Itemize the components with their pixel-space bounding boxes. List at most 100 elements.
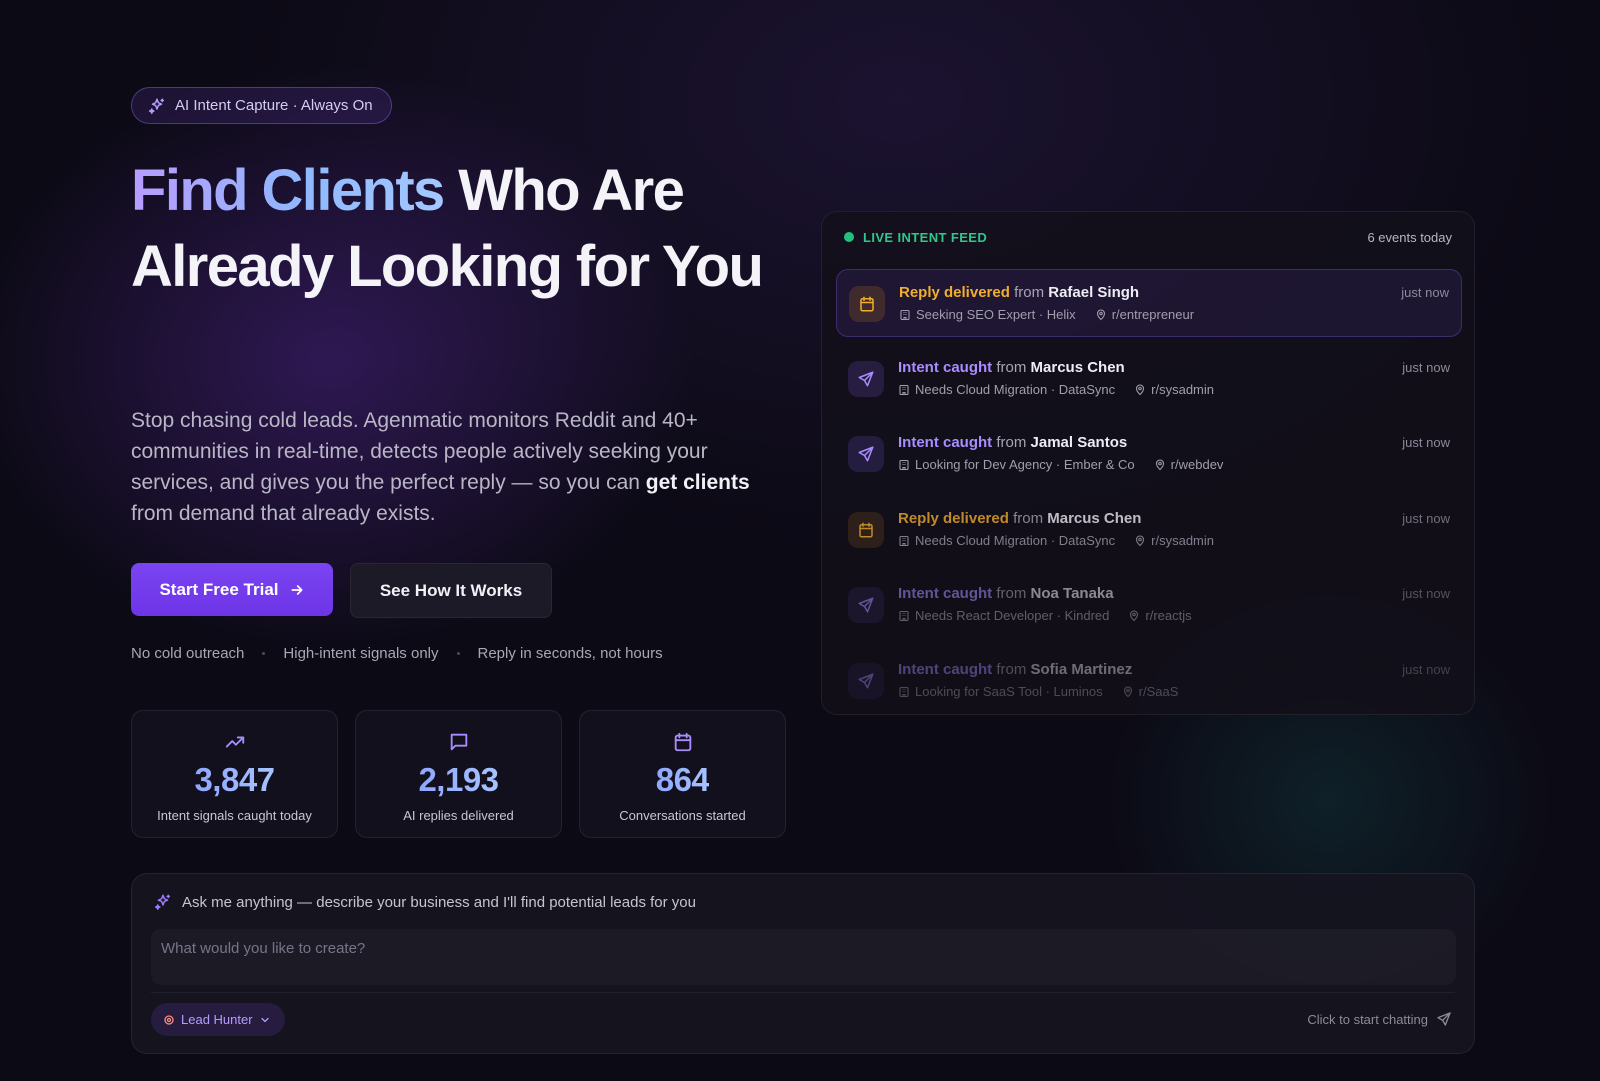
live-dot-icon xyxy=(844,232,854,242)
stat-value: 864 xyxy=(655,761,710,798)
live-intent-feed: LIVE INTENT FEED 6 events today Reply de… xyxy=(821,211,1475,715)
feed-item-icon xyxy=(848,361,884,397)
stat-value: 3,847 xyxy=(194,761,275,798)
perk-item: Reply in seconds, not hours xyxy=(477,645,663,662)
chat-input[interactable] xyxy=(151,929,1456,985)
feed-item-time: just now xyxy=(1402,511,1450,526)
agent-selector[interactable]: Lead Hunter xyxy=(151,1003,285,1036)
send-icon xyxy=(858,446,874,462)
feed-item-community: r/webdev xyxy=(1170,457,1224,472)
building-icon xyxy=(899,610,909,621)
feed-item-name: Rafael Singh xyxy=(1048,284,1140,301)
calendar-icon xyxy=(860,296,874,312)
feed-item-need: Needs Cloud Migration · DataSync xyxy=(915,382,1116,397)
feed-item-time: just now xyxy=(1401,285,1449,300)
feed-item[interactable]: Reply delivered from Rafael Singh Seekin… xyxy=(836,269,1462,337)
hero-subtitle-end: from demand that already exists. xyxy=(131,502,436,525)
feed-item-community: r/sysadmin xyxy=(1151,533,1215,548)
feed-item[interactable]: Intent caught from Sofia Martinez Lookin… xyxy=(836,647,1462,714)
target-icon xyxy=(164,1014,174,1025)
feed-item[interactable]: Reply delivered from Marcus Chen Needs C… xyxy=(836,496,1462,564)
sparkles-icon xyxy=(154,894,171,910)
feed-item-title: Intent caught from Sofia Martinez xyxy=(898,661,1132,678)
message-square-icon xyxy=(450,733,467,751)
feed-item-meta: Needs Cloud Migration · DataSync r/sysad… xyxy=(898,533,1214,548)
feed-item-title: Intent caught from Jamal Santos xyxy=(898,434,1127,451)
feed-item-meta: Looking for SaaS Tool · Luminos r/SaaS xyxy=(898,684,1178,699)
stat-label: Intent signals caught today xyxy=(157,808,312,823)
map-pin-icon xyxy=(1130,609,1139,621)
see-how-it-works-button[interactable]: See How It Works xyxy=(350,563,552,618)
hero-subtitle: Stop chasing cold leads. Agenmatic monit… xyxy=(131,405,771,529)
feed-item-meta: Seeking SEO Expert · Helix r/entrepreneu… xyxy=(899,307,1194,322)
feed-item-time: just now xyxy=(1402,662,1450,677)
agent-selector-label: Lead Hunter xyxy=(181,1012,253,1027)
hero-title-highlight: Find Clients xyxy=(131,158,445,223)
feed-item-title: Reply delivered from Rafael Singh xyxy=(899,284,1139,301)
hero-badge-label: AI Intent Capture · Always On xyxy=(175,97,373,114)
feed-item-name: Noa Tanaka xyxy=(1030,585,1114,602)
feed-item-from: from xyxy=(996,585,1027,602)
calendar-icon xyxy=(674,732,691,752)
feed-item-name: Marcus Chen xyxy=(1030,359,1125,376)
feed-item-name: Jamal Santos xyxy=(1030,434,1128,451)
feed-item[interactable]: Intent caught from Noa Tanaka Needs Reac… xyxy=(836,571,1462,639)
feed-item[interactable]: Intent caught from Marcus Chen Needs Clo… xyxy=(836,345,1462,413)
perks-row: No cold outreach High-intent signals onl… xyxy=(131,645,663,662)
building-icon xyxy=(900,309,910,320)
start-chatting-button[interactable]: Click to start chatting xyxy=(1307,1011,1452,1027)
perk-item: High-intent signals only xyxy=(283,645,439,662)
chevron-down-icon xyxy=(260,1017,269,1022)
feed-title: LIVE INTENT FEED xyxy=(863,229,988,245)
perk-item: No cold outreach xyxy=(131,645,245,662)
feed-item-meta: Needs Cloud Migration · DataSync r/sysad… xyxy=(898,382,1214,397)
feed-item-icon xyxy=(848,436,884,472)
stat-card-intent-signals: 3,847 Intent signals caught today xyxy=(131,710,338,838)
perk-separator xyxy=(456,652,460,655)
stat-label: Conversations started xyxy=(619,808,746,823)
chat-divider xyxy=(151,992,1455,993)
feed-item-kind: Reply delivered xyxy=(898,510,1009,527)
arrow-right-icon xyxy=(291,584,303,595)
feed-item-from: from xyxy=(1014,284,1045,301)
landing-page: AI Intent Capture · Always On Find Clien… xyxy=(0,0,1600,1081)
perk-separator xyxy=(262,652,266,655)
chat-header: Ask me anything — describe your business… xyxy=(154,893,696,911)
feed-item-need: Looking for SaaS Tool · Luminos xyxy=(915,684,1103,699)
map-pin-icon xyxy=(1155,458,1164,470)
start-chatting-label: Click to start chatting xyxy=(1307,1011,1428,1027)
trending-up-icon xyxy=(225,736,244,748)
feed-item-from: from xyxy=(1013,510,1044,527)
calendar-icon xyxy=(859,522,873,538)
feed-item-icon xyxy=(848,512,884,548)
chat-prompt: Ask me anything — describe your business… xyxy=(182,893,696,911)
feed-item-kind: Intent caught xyxy=(898,661,993,678)
feed-item-community: r/reactjs xyxy=(1145,608,1192,623)
hero-subtitle-emphasis: get clients xyxy=(645,471,750,494)
feed-item-kind: Intent caught xyxy=(898,434,993,451)
feed-item-name: Sofia Martinez xyxy=(1030,661,1133,678)
map-pin-icon xyxy=(1136,534,1145,546)
send-icon xyxy=(1437,1012,1451,1026)
map-pin-icon xyxy=(1136,383,1145,395)
building-icon xyxy=(899,535,909,546)
feed-item-meta: Looking for Dev Agency · Ember & Co r/we… xyxy=(898,457,1223,472)
stat-card-conversations: 864 Conversations started xyxy=(579,710,786,838)
sparkles-icon xyxy=(148,98,165,114)
feed-item-community: r/SaaS xyxy=(1138,684,1179,699)
feed-item-kind: Intent caught xyxy=(898,585,993,602)
start-free-trial-button[interactable]: Start Free Trial xyxy=(131,563,333,616)
building-icon xyxy=(899,459,909,470)
stat-value: 2,193 xyxy=(418,761,499,798)
stat-card-ai-replies: 2,193 AI replies delivered xyxy=(355,710,562,838)
feed-item-from: from xyxy=(996,434,1027,451)
feed-item-title: Intent caught from Noa Tanaka xyxy=(898,585,1114,602)
feed-item-community: r/sysadmin xyxy=(1151,382,1215,397)
feed-item-community: r/entrepreneur xyxy=(1111,307,1195,322)
feed-item-title: Reply delivered from Marcus Chen xyxy=(898,510,1141,527)
feed-item-from: from xyxy=(996,359,1027,376)
start-free-trial-label: Start Free Trial xyxy=(159,579,279,599)
send-icon xyxy=(858,597,874,613)
feed-item-time: just now xyxy=(1402,360,1450,375)
feed-item[interactable]: Intent caught from Jamal Santos Looking … xyxy=(836,420,1462,488)
